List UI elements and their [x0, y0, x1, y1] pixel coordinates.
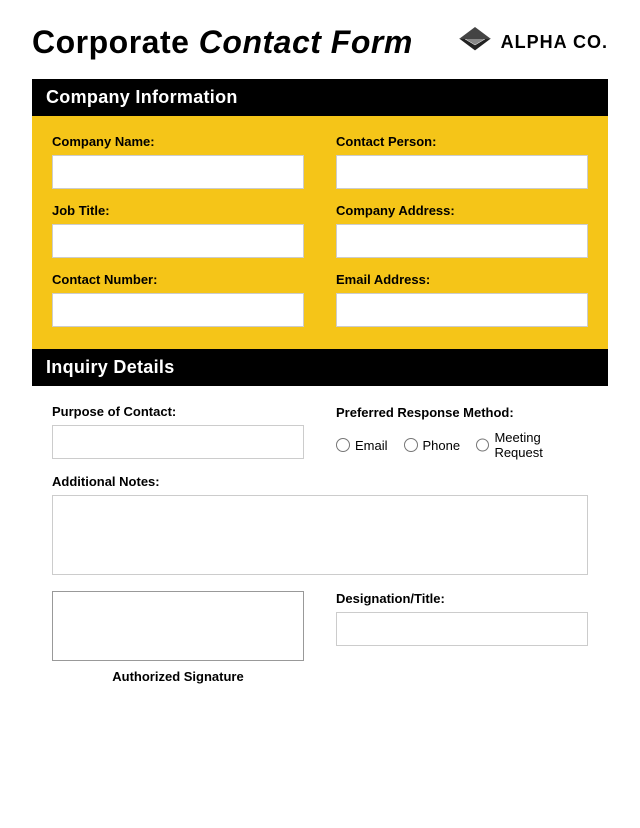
notes-section: Additional Notes:: [52, 474, 588, 575]
company-row-3: Contact Number: Email Address:: [52, 272, 588, 327]
radio-meeting-input[interactable]: [476, 438, 489, 452]
logo-text: ALPHA CO.: [501, 32, 608, 53]
purpose-input[interactable]: [52, 425, 304, 459]
page-title: Corporate Contact Form: [32, 24, 413, 61]
signature-box: Authorized Signature: [52, 591, 304, 684]
notes-textarea[interactable]: [52, 495, 588, 575]
title-plain: Corporate: [32, 24, 199, 60]
designation-label: Designation/Title:: [336, 591, 588, 606]
radio-meeting-label: Meeting Request: [494, 430, 588, 460]
contact-person-group: Contact Person:: [336, 134, 588, 189]
company-name-group: Company Name:: [52, 134, 304, 189]
radio-email-input[interactable]: [336, 438, 350, 452]
company-information-section: Company Name: Contact Person: Job Title:…: [32, 116, 608, 349]
job-title-label: Job Title:: [52, 203, 304, 218]
inquiry-section-label: Inquiry Details: [46, 357, 175, 377]
company-section-label: Company Information: [46, 87, 238, 107]
inquiry-details-section: Purpose of Contact: Preferred Response M…: [32, 386, 608, 702]
email-address-input[interactable]: [336, 293, 588, 327]
company-logo: ALPHA CO.: [457, 25, 608, 61]
company-name-label: Company Name:: [52, 134, 304, 149]
authorized-signature-label: Authorized Signature: [112, 669, 243, 684]
company-section-header: Company Information: [32, 79, 608, 116]
response-method-label: Preferred Response Method:: [336, 405, 514, 420]
title-italic: Contact Form: [199, 24, 413, 60]
contact-number-input[interactable]: [52, 293, 304, 327]
page-header: Corporate Contact Form ALPHA CO.: [32, 24, 608, 61]
contact-number-group: Contact Number:: [52, 272, 304, 327]
logo-icon: [457, 25, 493, 61]
contact-person-label: Contact Person:: [336, 134, 588, 149]
signature-row: Authorized Signature Designation/Title:: [52, 591, 588, 684]
radio-phone-label: Phone: [423, 438, 461, 453]
radio-email-label: Email: [355, 438, 388, 453]
company-address-input[interactable]: [336, 224, 588, 258]
job-title-input[interactable]: [52, 224, 304, 258]
inquiry-row-1: Purpose of Contact: Preferred Response M…: [52, 404, 588, 460]
response-method-col: Preferred Response Method: Email Phone M…: [336, 404, 588, 460]
radio-phone[interactable]: Phone: [404, 438, 461, 453]
radio-email[interactable]: Email: [336, 438, 388, 453]
signature-input-box[interactable]: [52, 591, 304, 661]
job-title-group: Job Title:: [52, 203, 304, 258]
radio-phone-input[interactable]: [404, 438, 418, 452]
email-address-group: Email Address:: [336, 272, 588, 327]
company-address-label: Company Address:: [336, 203, 588, 218]
contact-person-input[interactable]: [336, 155, 588, 189]
designation-group: Designation/Title:: [336, 591, 588, 646]
company-name-input[interactable]: [52, 155, 304, 189]
purpose-group: Purpose of Contact:: [52, 404, 304, 459]
purpose-label: Purpose of Contact:: [52, 404, 304, 419]
contact-number-label: Contact Number:: [52, 272, 304, 287]
inquiry-section-header: Inquiry Details: [32, 349, 608, 386]
company-address-group: Company Address:: [336, 203, 588, 258]
company-row-2: Job Title: Company Address:: [52, 203, 588, 258]
notes-group: Additional Notes:: [52, 474, 588, 575]
response-method-radio-group: Email Phone Meeting Request: [336, 430, 588, 460]
designation-input[interactable]: [336, 612, 588, 646]
notes-label: Additional Notes:: [52, 474, 588, 489]
company-row-1: Company Name: Contact Person:: [52, 134, 588, 189]
purpose-col: Purpose of Contact:: [52, 404, 304, 460]
radio-meeting-request[interactable]: Meeting Request: [476, 430, 588, 460]
email-address-label: Email Address:: [336, 272, 588, 287]
